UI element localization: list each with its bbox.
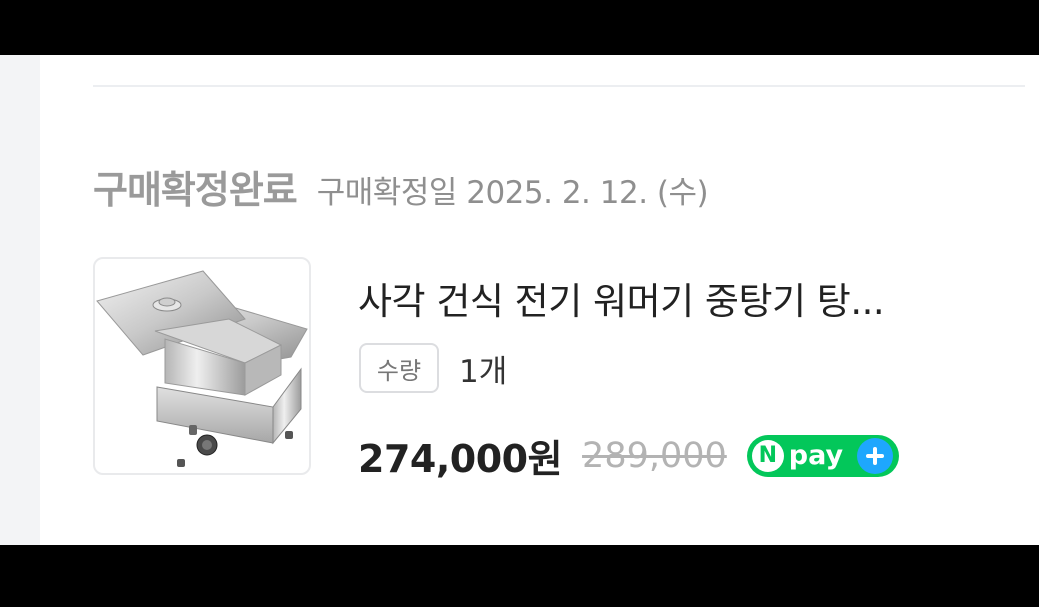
order-status-row: 구매확정완료 구매확정일 2025. 2. 12. (수)	[93, 159, 709, 214]
quantity-label-badge: 수량	[359, 343, 439, 393]
left-gutter	[0, 55, 40, 545]
food-warmer-image	[96, 270, 308, 467]
sale-price: 274,000원	[358, 437, 563, 481]
order-status-title: 구매확정완료	[93, 168, 298, 212]
npay-label: pay	[788, 440, 844, 471]
quantity-row: 수량 1개	[359, 343, 507, 393]
naver-n-icon: N	[751, 439, 784, 472]
product-name[interactable]: 사각 건식 전기 워머기 중탕기 탕...	[358, 271, 1008, 325]
product-thumbnail[interactable]	[93, 257, 311, 475]
original-price: 289,000	[582, 435, 727, 476]
purchase-confirm-date: 구매확정일 2025. 2. 12. (수)	[316, 175, 709, 211]
price-row: 274,000원 289,000 N pay	[358, 428, 899, 483]
plus-icon	[856, 437, 893, 474]
npay-plus-badge: N pay	[746, 434, 899, 477]
quantity-value: 1개	[459, 353, 508, 390]
section-divider	[93, 85, 1025, 87]
order-detail-screen: 구매확정완료 구매확정일 2025. 2. 12. (수) 사각 건식 전기 워…	[0, 55, 1039, 545]
